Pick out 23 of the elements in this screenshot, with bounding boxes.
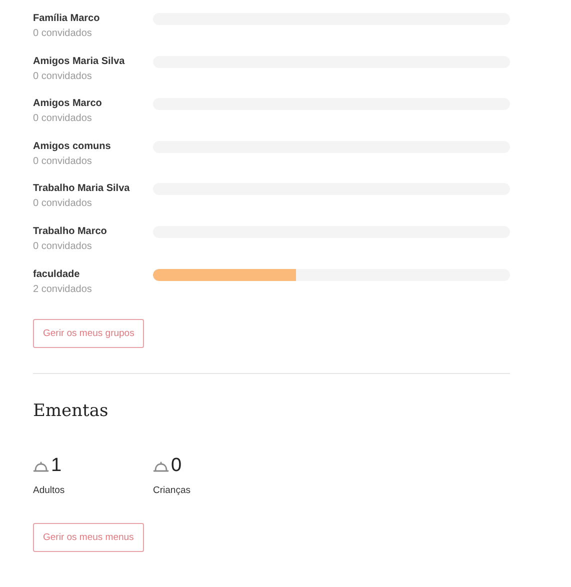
guest-count: 0 convidados: [33, 154, 93, 168]
group-name: Família Marco: [33, 12, 101, 25]
group-name: faculdade: [33, 268, 81, 281]
stat-value: 1: [51, 456, 62, 476]
stat-label: Crianças: [153, 484, 192, 498]
group-name: Amigos comuns: [33, 140, 112, 153]
cloche-icon: [33, 461, 49, 472]
guest-count: 0 convidados: [33, 70, 93, 83]
guest-count: 0 convidados: [33, 197, 93, 210]
stat-label: Adultos: [33, 484, 66, 498]
group-name: Amigos Maria Silva: [33, 54, 126, 68]
group-name: Trabalho Maria Silva: [33, 182, 131, 196]
stat-value: 0: [171, 456, 182, 476]
guest-count: 0 convidados: [33, 27, 93, 40]
section-title: Ementas: [33, 400, 110, 422]
guest-count: 0 convidados: [33, 112, 93, 126]
guest-count: 0 convidados: [33, 240, 93, 253]
cloche-icon: [153, 461, 169, 472]
group-name: Amigos Marco: [33, 97, 103, 110]
guest-count: 2 convidados: [33, 282, 93, 296]
manage-menus-button[interactable]: Gerir os meus menus: [33, 523, 144, 552]
group-name: Trabalho Marco: [33, 224, 108, 238]
manage-groups-button[interactable]: Gerir os meus grupos: [33, 319, 144, 348]
